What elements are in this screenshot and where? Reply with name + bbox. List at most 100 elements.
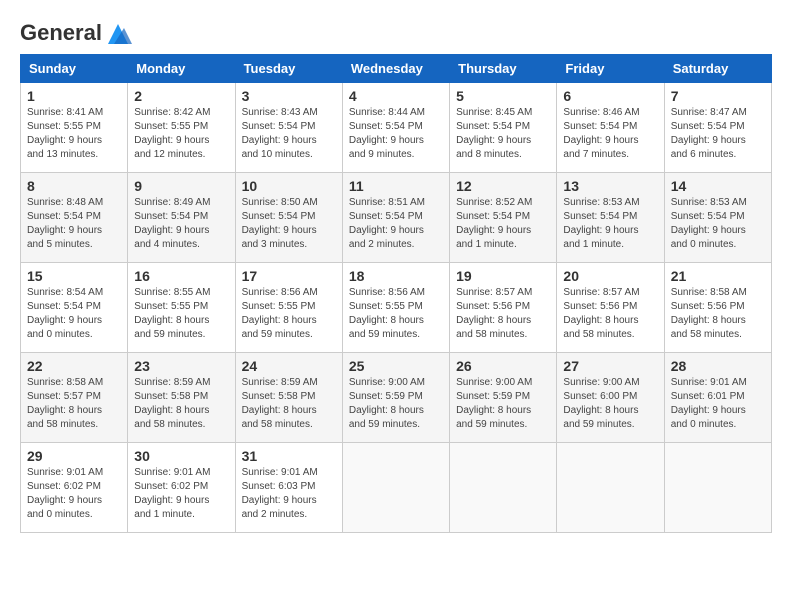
day-number: 7 <box>671 88 765 104</box>
calendar-cell: 6Sunrise: 8:46 AM Sunset: 5:54 PM Daylig… <box>557 83 664 173</box>
day-number: 25 <box>349 358 443 374</box>
calendar-cell: 11Sunrise: 8:51 AM Sunset: 5:54 PM Dayli… <box>342 173 449 263</box>
day-number: 2 <box>134 88 228 104</box>
day-info: Sunrise: 8:59 AM Sunset: 5:58 PM Dayligh… <box>242 376 336 432</box>
calendar-week-row: 29 Sunrise: 9:01 AM Sunset: 6:02 PM Dayli… <box>21 443 772 533</box>
day-number: 12 <box>456 178 550 194</box>
day-info: Sunrise: 8:58 AM Sunset: 5:56 PM Dayligh… <box>671 286 765 342</box>
calendar-week-row: 15Sunrise: 8:54 AM Sunset: 5:54 PM Dayli… <box>21 263 772 353</box>
calendar-week-row: 1 Sunrise: 8:41 AM Sunset: 5:55 PM Daylig… <box>21 83 772 173</box>
calendar-cell: 20 Sunrise: 8:57 AM Sunset: 5:56 PM Dayli… <box>557 263 664 353</box>
day-info: Sunrise: 8:43 AM Sunset: 5:54 PM Dayligh… <box>242 106 336 162</box>
day-info: Sunrise: 8:56 AM Sunset: 5:55 PM Dayligh… <box>242 286 336 342</box>
day-number: 21 <box>671 268 765 284</box>
calendar-cell: 4Sunrise: 8:44 AM Sunset: 5:54 PM Daylig… <box>342 83 449 173</box>
day-info: Sunrise: 8:55 AM Sunset: 5:55 PM Dayligh… <box>134 286 228 342</box>
calendar-cell: 26 Sunrise: 9:00 AM Sunset: 5:59 PM Dayli… <box>450 353 557 443</box>
calendar-cell: 15Sunrise: 8:54 AM Sunset: 5:54 PM Dayli… <box>21 263 128 353</box>
day-info: Sunrise: 9:01 AM Sunset: 6:02 PM Dayligh… <box>134 466 228 522</box>
day-info: Sunrise: 9:00 AM Sunset: 6:00 PM Dayligh… <box>563 376 657 432</box>
logo-icon <box>104 20 132 48</box>
day-number: 14 <box>671 178 765 194</box>
day-number: 5 <box>456 88 550 104</box>
day-number: 9 <box>134 178 228 194</box>
calendar-cell: 29 Sunrise: 9:01 AM Sunset: 6:02 PM Dayli… <box>21 443 128 533</box>
calendar-cell: 13 Sunrise: 8:53 AM Sunset: 5:54 PM Dayli… <box>557 173 664 263</box>
calendar-cell <box>342 443 449 533</box>
calendar-cell: 18 Sunrise: 8:56 AM Sunset: 5:55 PM Dayli… <box>342 263 449 353</box>
day-info: Sunrise: 8:53 AM Sunset: 5:54 PM Dayligh… <box>563 196 657 252</box>
calendar-cell: 25 Sunrise: 9:00 AM Sunset: 5:59 PM Dayli… <box>342 353 449 443</box>
day-number: 10 <box>242 178 336 194</box>
page-header: General <box>20 20 772 44</box>
day-info: Sunrise: 8:44 AM Sunset: 5:54 PM Dayligh… <box>349 106 443 162</box>
day-number: 6 <box>563 88 657 104</box>
calendar-cell <box>557 443 664 533</box>
day-info: Sunrise: 8:58 AM Sunset: 5:57 PM Dayligh… <box>27 376 121 432</box>
day-number: 20 <box>563 268 657 284</box>
day-number: 18 <box>349 268 443 284</box>
day-info: Sunrise: 9:00 AM Sunset: 5:59 PM Dayligh… <box>349 376 443 432</box>
day-info: Sunrise: 8:50 AM Sunset: 5:54 PM Dayligh… <box>242 196 336 252</box>
calendar-cell: 10 Sunrise: 8:50 AM Sunset: 5:54 PM Dayli… <box>235 173 342 263</box>
day-info: Sunrise: 8:45 AM Sunset: 5:54 PM Dayligh… <box>456 106 550 162</box>
calendar-cell: 22 Sunrise: 8:58 AM Sunset: 5:57 PM Dayli… <box>21 353 128 443</box>
day-info: Sunrise: 8:41 AM Sunset: 5:55 PM Dayligh… <box>27 106 121 162</box>
calendar-cell: 3Sunrise: 8:43 AM Sunset: 5:54 PM Daylig… <box>235 83 342 173</box>
day-number: 19 <box>456 268 550 284</box>
calendar-cell <box>450 443 557 533</box>
day-info: Sunrise: 8:57 AM Sunset: 5:56 PM Dayligh… <box>456 286 550 342</box>
calendar-cell: 5 Sunrise: 8:45 AM Sunset: 5:54 PM Daylig… <box>450 83 557 173</box>
calendar-cell: 16 Sunrise: 8:55 AM Sunset: 5:55 PM Dayli… <box>128 263 235 353</box>
calendar-cell: 14 Sunrise: 8:53 AM Sunset: 5:54 PM Dayli… <box>664 173 771 263</box>
day-number: 17 <box>242 268 336 284</box>
calendar-cell: 19 Sunrise: 8:57 AM Sunset: 5:56 PM Dayli… <box>450 263 557 353</box>
day-info: Sunrise: 9:01 AM Sunset: 6:02 PM Dayligh… <box>27 466 121 522</box>
day-number: 15 <box>27 268 121 284</box>
day-number: 31 <box>242 448 336 464</box>
day-info: Sunrise: 8:49 AM Sunset: 5:54 PM Dayligh… <box>134 196 228 252</box>
day-number: 28 <box>671 358 765 374</box>
day-number: 30 <box>134 448 228 464</box>
calendar-table: SundayMondayTuesdayWednesdayThursdayFrid… <box>20 54 772 533</box>
calendar-week-row: 8 Sunrise: 8:48 AM Sunset: 5:54 PM Daylig… <box>21 173 772 263</box>
day-number: 16 <box>134 268 228 284</box>
day-number: 1 <box>27 88 121 104</box>
weekday-header-thursday: Thursday <box>450 55 557 83</box>
day-info: Sunrise: 8:48 AM Sunset: 5:54 PM Dayligh… <box>27 196 121 252</box>
calendar-cell: 1 Sunrise: 8:41 AM Sunset: 5:55 PM Daylig… <box>21 83 128 173</box>
calendar-cell: 31 Sunrise: 9:01 AM Sunset: 6:03 PM Dayli… <box>235 443 342 533</box>
day-info: Sunrise: 8:57 AM Sunset: 5:56 PM Dayligh… <box>563 286 657 342</box>
calendar-cell: 7 Sunrise: 8:47 AM Sunset: 5:54 PM Daylig… <box>664 83 771 173</box>
calendar-cell: 2 Sunrise: 8:42 AM Sunset: 5:55 PM Daylig… <box>128 83 235 173</box>
day-number: 8 <box>27 178 121 194</box>
weekday-header-friday: Friday <box>557 55 664 83</box>
day-number: 13 <box>563 178 657 194</box>
day-number: 26 <box>456 358 550 374</box>
day-number: 29 <box>27 448 121 464</box>
day-info: Sunrise: 8:42 AM Sunset: 5:55 PM Dayligh… <box>134 106 228 162</box>
calendar-week-row: 22 Sunrise: 8:58 AM Sunset: 5:57 PM Dayli… <box>21 353 772 443</box>
day-info: Sunrise: 8:56 AM Sunset: 5:55 PM Dayligh… <box>349 286 443 342</box>
calendar-cell: 17 Sunrise: 8:56 AM Sunset: 5:55 PM Dayli… <box>235 263 342 353</box>
day-info: Sunrise: 8:52 AM Sunset: 5:54 PM Dayligh… <box>456 196 550 252</box>
day-number: 22 <box>27 358 121 374</box>
day-info: Sunrise: 8:47 AM Sunset: 5:54 PM Dayligh… <box>671 106 765 162</box>
day-info: Sunrise: 8:59 AM Sunset: 5:58 PM Dayligh… <box>134 376 228 432</box>
calendar-cell: 30 Sunrise: 9:01 AM Sunset: 6:02 PM Dayli… <box>128 443 235 533</box>
calendar-cell: 24Sunrise: 8:59 AM Sunset: 5:58 PM Dayli… <box>235 353 342 443</box>
calendar-cell: 21 Sunrise: 8:58 AM Sunset: 5:56 PM Dayli… <box>664 263 771 353</box>
calendar-cell: 28Sunrise: 9:01 AM Sunset: 6:01 PM Dayli… <box>664 353 771 443</box>
day-info: Sunrise: 9:01 AM Sunset: 6:03 PM Dayligh… <box>242 466 336 522</box>
day-info: Sunrise: 9:00 AM Sunset: 5:59 PM Dayligh… <box>456 376 550 432</box>
day-info: Sunrise: 8:51 AM Sunset: 5:54 PM Dayligh… <box>349 196 443 252</box>
logo-text: General <box>20 20 132 48</box>
day-number: 23 <box>134 358 228 374</box>
calendar-cell <box>664 443 771 533</box>
weekday-header-tuesday: Tuesday <box>235 55 342 83</box>
day-number: 27 <box>563 358 657 374</box>
logo: General <box>20 20 132 44</box>
calendar-cell: 8 Sunrise: 8:48 AM Sunset: 5:54 PM Daylig… <box>21 173 128 263</box>
weekday-header-sunday: Sunday <box>21 55 128 83</box>
day-info: Sunrise: 8:53 AM Sunset: 5:54 PM Dayligh… <box>671 196 765 252</box>
